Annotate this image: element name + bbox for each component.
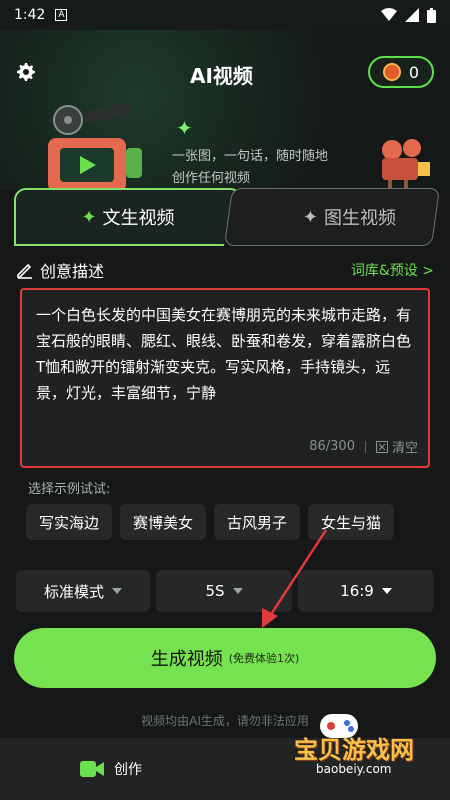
divider	[364, 440, 366, 453]
chevron-down-icon	[232, 588, 243, 594]
edit-icon	[17, 263, 32, 279]
video-camera-icon[interactable]	[80, 759, 104, 779]
tab-text-to-video[interactable]: ✦ 文生视频	[14, 188, 242, 246]
mode-value: 标准模式	[43, 582, 104, 601]
description-section-header: 创意描述 词库&预设 >	[16, 258, 434, 282]
film-camera-illustration-icon	[382, 139, 430, 192]
mode-tabs: ✦ 文生视频 ✦ 图生视频	[14, 188, 441, 246]
mode-select[interactable]: 标准模式	[16, 570, 150, 612]
generate-label: 生成视频	[150, 649, 223, 670]
sparkle-icon: ✦	[302, 206, 318, 228]
sparkle-icon: ✦	[176, 116, 193, 140]
sparkle-icon: ✦	[81, 206, 97, 228]
section-title: 创意描述	[40, 262, 105, 281]
example-chip[interactable]: 赛博美女	[120, 504, 207, 540]
clear-label: 清空	[391, 441, 418, 456]
clapperboard-illustration-icon	[48, 102, 142, 192]
example-chip[interactable]: 写实海边	[26, 504, 113, 540]
description-input[interactable]: 一个白色长发的中国美女在赛博朋克的未来城市走路，有宝石般的眼睛、腮红、眼线、卧蚕…	[20, 288, 430, 468]
tagline-line-2: 创作任何视频	[172, 171, 251, 186]
duration-value: 5S	[205, 582, 225, 600]
coin-count: 0	[408, 62, 420, 82]
hero-header: AI视频 0 ✦ 一张图，一句话，随时随地 创作任何视频	[0, 30, 450, 192]
signal-icon	[405, 8, 419, 22]
aspect-ratio-select[interactable]: 16:9	[298, 570, 434, 612]
clear-icon	[375, 440, 388, 453]
nav-item-create[interactable]: 创作	[114, 759, 142, 779]
description-text[interactable]: 一个白色长发的中国美女在赛博朋克的未来城市走路，有宝石般的眼睛、腮红、眼线、卧蚕…	[36, 302, 414, 406]
watermark-text: 宝贝游戏网	[294, 736, 414, 764]
examples-label: 选择示例试试:	[28, 482, 111, 497]
generate-video-button[interactable]: 生成视频 (免费体验1次)	[14, 628, 436, 688]
generate-sub-label: (免费体验1次)	[228, 652, 300, 665]
coin-balance-button[interactable]: 0	[368, 56, 434, 88]
watermark-url: baobeiy.com	[316, 762, 392, 776]
generation-options: 标准模式 5S 16:9	[16, 570, 434, 612]
duration-select[interactable]: 5S	[156, 570, 292, 612]
tab-label: 文生视频	[102, 208, 175, 229]
battery-icon	[427, 7, 436, 23]
example-chip[interactable]: 古风男子	[214, 504, 301, 540]
chevron-down-icon	[112, 588, 122, 594]
chevron-down-icon	[381, 588, 392, 594]
library-presets-link[interactable]: 词库&预设 >	[351, 260, 434, 280]
coin-icon	[382, 63, 401, 81]
watermark-logo: 宝贝游戏网 baobeiy.com	[294, 706, 444, 786]
tagline-line-1: 一张图，一句话，随时随地	[172, 149, 329, 164]
notification-a-icon: A	[55, 9, 68, 21]
status-bar: 1:42 A	[0, 0, 450, 30]
tab-label: 图生视频	[324, 208, 396, 229]
example-chip[interactable]: 女生与猫	[308, 504, 395, 540]
ratio-value: 16:9	[340, 582, 374, 600]
clear-button[interactable]: 清空	[375, 437, 418, 456]
gear-icon[interactable]	[14, 60, 38, 84]
status-time: 1:42	[14, 7, 46, 23]
page-title: AI视频	[190, 64, 253, 88]
example-chips: 写实海边 赛博美女 古风男子 女生与猫	[26, 504, 395, 540]
wifi-icon	[381, 8, 397, 21]
char-counter: 86/300	[309, 439, 355, 454]
